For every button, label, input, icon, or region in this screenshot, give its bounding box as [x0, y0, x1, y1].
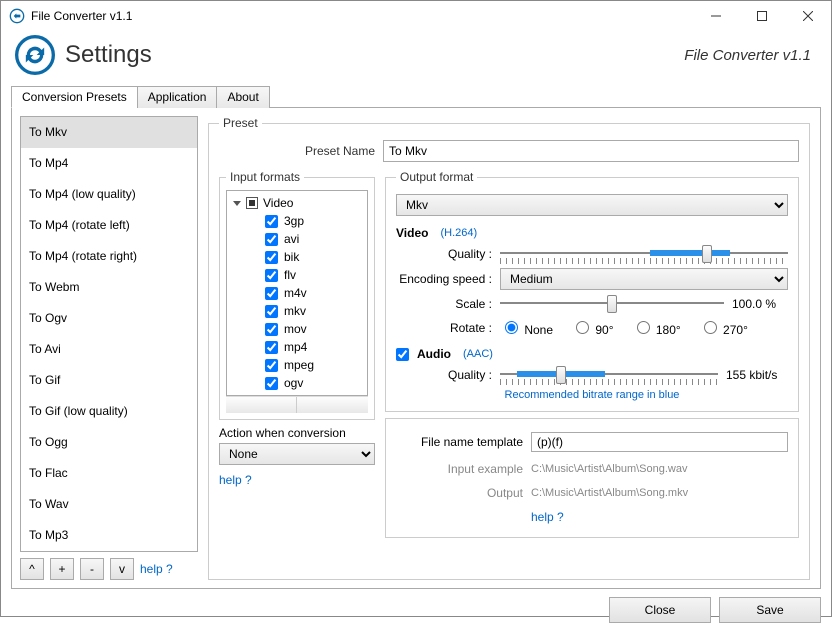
- format-label: ogv: [284, 376, 303, 390]
- format-checkbox[interactable]: [265, 359, 278, 372]
- audio-checkbox[interactable]: [396, 348, 409, 361]
- rotate-option[interactable]: None: [500, 318, 553, 337]
- encoding-speed-select[interactable]: Medium: [500, 268, 788, 290]
- tree-tristate-checkbox[interactable]: [246, 197, 258, 209]
- format-checkbox[interactable]: [265, 323, 278, 336]
- preset-name-label: Preset Name: [219, 144, 375, 158]
- preset-item[interactable]: To Mp4 (rotate right): [21, 241, 197, 272]
- format-label: mkv: [284, 304, 306, 318]
- preset-item[interactable]: To Webm: [21, 272, 197, 303]
- action-label: Action when conversion: [219, 426, 375, 440]
- audio-quality-label: Quality :: [396, 368, 492, 382]
- preset-item[interactable]: To Ogv: [21, 303, 197, 334]
- app-window: File Converter v1.1 Settings File Conver…: [0, 0, 832, 617]
- preset-move-up-button[interactable]: ^: [20, 558, 44, 580]
- input-help-link[interactable]: help ?: [219, 473, 375, 487]
- rotate-label: Rotate :: [396, 321, 492, 335]
- preset-item[interactable]: To Avi: [21, 334, 197, 365]
- preset-item[interactable]: To Mp4 (low quality): [21, 179, 197, 210]
- tab-application[interactable]: Application: [137, 86, 218, 108]
- preset-item[interactable]: To Mp4: [21, 148, 197, 179]
- format-checkbox[interactable]: [265, 251, 278, 264]
- format-checkbox[interactable]: [265, 287, 278, 300]
- minimize-button[interactable]: [693, 1, 739, 31]
- preset-list[interactable]: To Mkv To Mp4 To Mp4 (low quality) To Mp…: [20, 116, 198, 552]
- preset-item[interactable]: To Wav: [21, 489, 197, 520]
- scale-slider[interactable]: [500, 293, 724, 315]
- format-group-label: Video: [263, 196, 293, 210]
- audio-quality-slider[interactable]: [500, 364, 718, 386]
- save-settings-button[interactable]: Save: [719, 597, 821, 623]
- file-template-label: File name template: [396, 435, 523, 449]
- titlebar: File Converter v1.1: [1, 1, 831, 31]
- preset-item[interactable]: To Mkv: [21, 117, 197, 148]
- audio-codec-label: (AAC): [463, 348, 493, 360]
- format-label: mp4: [284, 340, 307, 354]
- input-example-value: C:\Music\Artist\Album\Song.wav: [531, 463, 688, 475]
- close-button[interactable]: [785, 1, 831, 31]
- output-legend: Output format: [396, 170, 477, 184]
- preset-item[interactable]: To Ogg: [21, 427, 197, 458]
- sidebar-help-link[interactable]: help ?: [140, 562, 173, 576]
- output-example-label: Output: [396, 486, 523, 500]
- preset-item[interactable]: To Gif: [21, 365, 197, 396]
- rotate-option[interactable]: 90°: [571, 318, 614, 337]
- file-template-input[interactable]: [531, 432, 788, 452]
- format-label: 3gp: [284, 214, 304, 228]
- product-name: File Converter v1.1: [684, 47, 811, 64]
- preset-item[interactable]: To Mp3: [21, 520, 197, 551]
- rotate-option[interactable]: 180°: [632, 318, 681, 337]
- window-title: File Converter v1.1: [31, 9, 132, 23]
- app-small-icon: [9, 8, 25, 24]
- preset-item[interactable]: To Flac: [21, 458, 197, 489]
- input-example-label: Input example: [396, 462, 523, 476]
- action-select[interactable]: None: [219, 443, 375, 465]
- tab-about[interactable]: About: [216, 86, 269, 108]
- preset-legend: Preset: [219, 116, 262, 130]
- video-quality-slider[interactable]: [500, 243, 788, 265]
- app-logo-icon: [15, 35, 55, 75]
- output-example-value: C:\Music\Artist\Album\Song.mkv: [531, 487, 688, 499]
- audio-section-label: Audio: [417, 347, 451, 361]
- preset-item[interactable]: To Gif (low quality): [21, 396, 197, 427]
- video-codec-label: (H.264): [440, 227, 477, 239]
- rotate-option[interactable]: 270°: [699, 318, 748, 337]
- format-checkbox[interactable]: [265, 269, 278, 282]
- page-title: Settings: [65, 41, 152, 69]
- format-checkbox[interactable]: [265, 341, 278, 354]
- bitrate-note: Recommended bitrate range in blue: [396, 389, 788, 401]
- encoding-speed-label: Encoding speed :: [396, 272, 492, 286]
- preset-remove-button[interactable]: -: [80, 558, 104, 580]
- format-checkbox[interactable]: [265, 215, 278, 228]
- video-section-label: Video: [396, 226, 428, 240]
- preset-move-down-button[interactable]: v: [110, 558, 134, 580]
- preset-add-button[interactable]: +: [50, 558, 74, 580]
- format-label: mov: [284, 322, 307, 336]
- format-label: m4v: [284, 286, 307, 300]
- video-quality-label: Quality :: [396, 247, 492, 261]
- format-checkbox[interactable]: [265, 377, 278, 390]
- close-settings-button[interactable]: Close: [609, 597, 711, 623]
- scale-label: Scale :: [396, 297, 492, 311]
- preset-name-input[interactable]: [383, 140, 799, 162]
- output-format-select[interactable]: Mkv: [396, 194, 788, 216]
- audio-quality-value: 155 kbit/s: [726, 368, 788, 382]
- maximize-button[interactable]: [739, 1, 785, 31]
- format-tree[interactable]: Video 3gp avi bik flv m4v mkv mov mp4 m: [226, 190, 368, 396]
- format-label: avi: [284, 232, 299, 246]
- format-label: mpeg: [284, 358, 314, 372]
- format-label: flv: [284, 268, 296, 282]
- tree-expand-icon[interactable]: [233, 201, 241, 206]
- input-formats-legend: Input formats: [226, 170, 304, 184]
- template-help-link[interactable]: help ?: [531, 510, 564, 524]
- scale-value: 100.0 %: [732, 297, 788, 311]
- format-label: bik: [284, 250, 299, 264]
- format-checkbox[interactable]: [265, 305, 278, 318]
- format-checkbox[interactable]: [265, 233, 278, 246]
- tab-conversion-presets[interactable]: Conversion Presets: [11, 86, 138, 108]
- preset-item[interactable]: To Mp4 (rotate left): [21, 210, 197, 241]
- tabs: Conversion Presets Application About: [11, 86, 831, 108]
- preset-fieldset: Preset Preset Name Input formats: [208, 116, 810, 580]
